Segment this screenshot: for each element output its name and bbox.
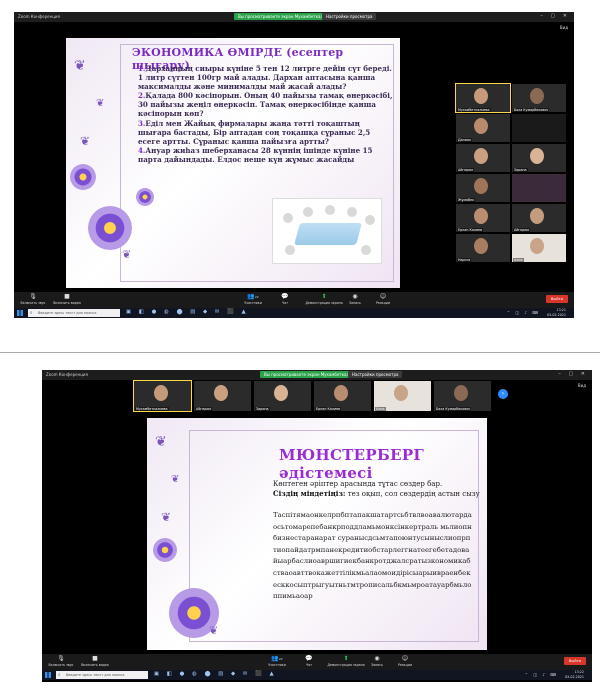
problem-3: 3.Еділ мен Жайық фирмалары жаңа тәтті то… bbox=[138, 118, 371, 146]
butterfly-icon: ❦ bbox=[122, 248, 132, 261]
participant-tile[interactable]: Зарина bbox=[254, 381, 311, 411]
butterfly-icon: ❦ bbox=[161, 510, 172, 524]
view-options-button[interactable]: Настройки просмотра bbox=[322, 13, 377, 20]
participants-icon: 👥22 bbox=[271, 655, 283, 662]
windows-start-icon[interactable] bbox=[17, 310, 23, 316]
meeting-table-illustration bbox=[272, 198, 382, 264]
meeting-controls: 🎙 Включить звук ■ Включить видео 👥22 Участн… bbox=[14, 292, 574, 308]
window-title: Zoom Конференция bbox=[46, 372, 88, 377]
participant-tile[interactable]: Ерлан Калиев bbox=[314, 381, 371, 411]
participant-tile[interactable]: Алия bbox=[512, 234, 566, 262]
shared-slide: ❦ ❦ ❦ ❦ МЮНСТЕРБЕРГ әдістемесі Көптеген … bbox=[147, 418, 487, 650]
participant-tile[interactable] bbox=[512, 174, 566, 202]
meeting-controls: 🎙 Включить звук ■ Включить видео 👥22 Участн… bbox=[42, 654, 592, 670]
taskbar-search-input[interactable]: Введите здесь текст для поиска bbox=[56, 671, 148, 679]
participant-tile[interactable]: Баха Кумарбекович bbox=[434, 381, 491, 411]
butterfly-icon: ❦ bbox=[209, 624, 219, 637]
system-tray[interactable]: ⌃ ◫ ♪ ⌨ bbox=[525, 672, 558, 677]
page-divider bbox=[0, 352, 600, 353]
letter-grid: Таспітямаонкелрпбптапакшатартсьбтвлвоава… bbox=[273, 511, 472, 601]
participants-icon: 👥22 bbox=[247, 293, 259, 300]
participant-tile[interactable]: Айгерим bbox=[194, 381, 251, 411]
camera-icon: ■ bbox=[92, 655, 98, 662]
butterfly-icon: ❦ bbox=[171, 474, 180, 485]
participant-tile[interactable]: Баха Кумарбекович bbox=[512, 84, 566, 112]
butterfly-icon: ❦ bbox=[80, 134, 91, 148]
problem-4: 4.Ануар жиһаз шеберханасы 28 күннің ішін… bbox=[138, 145, 373, 164]
butterfly-icon: ❦ bbox=[96, 98, 105, 109]
participant-tile[interactable]: Мухамбеткалиева bbox=[133, 380, 192, 412]
window-controls[interactable]: – ▢ ✕ bbox=[558, 371, 588, 377]
view-button[interactable]: Вид bbox=[560, 25, 568, 30]
start-video-button[interactable]: ■ Включить видео bbox=[50, 293, 84, 305]
participant-strip: Мухамбеткалиева Айгерим Зарина Ерлан Кал… bbox=[133, 380, 550, 413]
participant-tile[interactable]: Айгерим bbox=[456, 144, 510, 172]
windows-start-icon[interactable] bbox=[45, 672, 51, 678]
shared-slide: ❦ ❦ ❦ ❦ ЭКОНОМИКА ӨМІРДЕ (есептер шығару… bbox=[66, 38, 400, 288]
flower-decoration bbox=[153, 538, 177, 562]
taskbar-pinned-apps[interactable]: ▣ ◧ ● ◍ ⬤ ▤ ◆ ✉ ⬛ ▲ bbox=[154, 671, 277, 677]
microphone-icon: 🎙 bbox=[57, 655, 65, 662]
flower-decoration bbox=[70, 164, 96, 190]
participants-button[interactable]: 👥22 Участники bbox=[236, 293, 270, 305]
participant-tile[interactable]: Ерлан Калиев bbox=[456, 204, 510, 232]
start-video-button[interactable]: ■ Включить видео bbox=[78, 655, 112, 667]
window-title: Zoom Конференция bbox=[18, 14, 60, 19]
system-tray[interactable]: ⌃ ◫ ♪ ⌨ bbox=[507, 310, 540, 315]
flower-decoration bbox=[136, 188, 154, 206]
leave-button[interactable]: Выйти bbox=[545, 295, 568, 303]
reactions-button[interactable]: ☺ Реакции bbox=[366, 293, 400, 305]
reaction-icon: ☺ bbox=[379, 293, 387, 300]
taskbar-clock[interactable]: 13:22 05.02.2021 bbox=[565, 670, 584, 679]
participant-tile[interactable]: Наргиз bbox=[456, 234, 510, 262]
problem-2: 2.Қалада 800 кәсіпорын. Оның 40 пайызы т… bbox=[138, 91, 393, 119]
participant-tile[interactable]: Айгерим bbox=[512, 204, 566, 232]
taskbar-clock[interactable]: 13:21 05.02.2021 bbox=[547, 308, 566, 317]
slide-intro: Көптеген әріптер арасында тұтас сөздер б… bbox=[273, 480, 443, 488]
participants-button[interactable]: 👥22 Участники bbox=[260, 655, 294, 667]
taskbar-pinned-apps[interactable]: ▣ ◧ ● ◍ ⬤ ▤ ◆ ✉ ⬛ ▲ bbox=[126, 309, 249, 315]
zoom-window-1: Zoom Конференция Вы просматриваете экран… bbox=[14, 12, 574, 318]
participant-tile[interactable]: Алия bbox=[374, 381, 431, 411]
flower-decoration bbox=[88, 206, 132, 250]
participant-tile[interactable]: Даниял bbox=[456, 114, 510, 142]
problem-1: 1.Дарханның сиыры күніне 5 тен 12 литрге… bbox=[138, 64, 392, 92]
camera-icon: ■ bbox=[64, 293, 70, 300]
reaction-icon: ☺ bbox=[401, 655, 409, 662]
participant-tile[interactable]: Мухамбеткалиева bbox=[455, 83, 511, 113]
zoom-window-2: Zoom Конференция Вы просматриваете экран… bbox=[42, 370, 592, 682]
butterfly-icon: ❦ bbox=[155, 434, 167, 450]
participant-tile[interactable]: Зарина bbox=[512, 144, 566, 172]
search-icon: ⌕ bbox=[30, 311, 33, 316]
slide-title: МЮНСТЕРБЕРГ әдістемесі bbox=[279, 446, 425, 482]
view-button[interactable]: Вид bbox=[578, 383, 586, 388]
chat-icon: 💬 bbox=[305, 655, 313, 662]
microphone-icon: 🎙 bbox=[29, 293, 37, 300]
butterfly-icon: ❦ bbox=[74, 58, 86, 74]
window-titlebar: Zoom Конференция Вы просматриваете экран… bbox=[42, 370, 592, 380]
unmute-button[interactable]: 🎙 Включить звук bbox=[16, 293, 50, 305]
participant-tile[interactable]: Жұмабек bbox=[456, 174, 510, 202]
participant-tile[interactable] bbox=[512, 114, 566, 142]
next-page-icon[interactable]: › bbox=[498, 389, 508, 399]
window-controls[interactable]: – ▢ ✕ bbox=[540, 13, 570, 19]
taskbar-search-input[interactable]: Введите здесь текст для поиска bbox=[28, 309, 120, 317]
windows-taskbar: Введите здесь текст для поиска ⌕ ▣ ◧ ● ◍… bbox=[42, 670, 592, 680]
windows-taskbar: Введите здесь текст для поиска ⌕ ▣ ◧ ● ◍… bbox=[14, 308, 574, 318]
search-icon: ⌕ bbox=[58, 673, 61, 678]
chat-button[interactable]: 💬 Чат bbox=[292, 655, 326, 667]
leave-button[interactable]: Выйти bbox=[563, 657, 586, 665]
unmute-button[interactable]: 🎙 Включить звук bbox=[44, 655, 78, 667]
chat-button[interactable]: 💬 Чат bbox=[268, 293, 302, 305]
reactions-button[interactable]: ☺ Реакции bbox=[388, 655, 422, 667]
window-titlebar: Zoom Конференция Вы просматриваете экран… bbox=[14, 12, 574, 22]
chat-icon: 💬 bbox=[281, 293, 289, 300]
view-options-button[interactable]: Настройки просмотра bbox=[348, 371, 403, 378]
slide-body: 1.Дарханның сиыры күніне 5 тен 12 литрге… bbox=[138, 64, 394, 164]
slide-task: Сіздің міндетіңіз: тез оқып, сол сөздерд… bbox=[273, 489, 480, 498]
